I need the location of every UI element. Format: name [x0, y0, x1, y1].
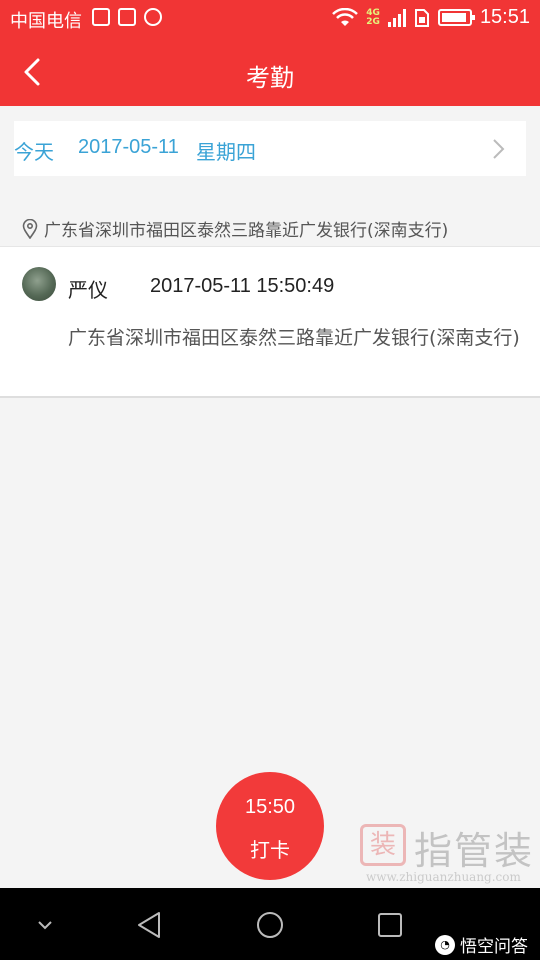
navigation-bar: ◔ 悟空问答 — [0, 888, 540, 960]
network-type: 4G 2G — [366, 8, 380, 27]
location-pin-icon — [22, 218, 38, 239]
clock: 15:51 — [479, 6, 530, 28]
watermark-text: 指管装 — [414, 829, 535, 873]
network-2g-label: 2G — [366, 16, 380, 27]
record-name: 严仪 — [68, 278, 108, 302]
record-timestamp: 2017-05-11 15:50:49 — [150, 275, 335, 297]
attendance-record[interactable]: 严仪 2017-05-11 15:50:49 广东省深圳市福田区泰然三路靠近广发… — [0, 246, 540, 398]
current-location: 广东省深圳市福田区泰然三路靠近广发银行(深南支行) — [22, 216, 448, 241]
date-selector[interactable]: 今天 2017-05-11 星期四 — [14, 121, 526, 176]
record-address: 广东省深圳市福田区泰然三路靠近广发银行(深南支行) — [68, 327, 520, 349]
app-bar: 考勤 — [0, 38, 540, 106]
carrier-label: 中国电信 — [10, 11, 82, 32]
recents-square-icon[interactable] — [373, 908, 407, 942]
status-right: 4G 2G 15:51 — [332, 6, 530, 29]
watermark-url: www.zhiguanzhuang.com — [366, 870, 521, 884]
punch-time: 15:50 — [244, 796, 296, 818]
source-credit-text: 悟空问答 — [460, 937, 528, 957]
punch-in-button[interactable]: 15:50 打卡 — [216, 772, 324, 880]
today-label: 今天 — [14, 140, 54, 164]
page-title: 考勤 — [246, 64, 294, 92]
chevron-down-icon[interactable] — [28, 908, 62, 942]
punch-label: 打卡 — [250, 838, 290, 862]
notification-icons — [92, 8, 162, 26]
home-circle-icon[interactable] — [253, 908, 287, 942]
watermark-logo: 装 — [360, 824, 406, 866]
emoji-icon — [144, 8, 162, 26]
sim-icon — [414, 8, 429, 27]
avatar — [22, 267, 56, 301]
location-text: 广东省深圳市福田区泰然三路靠近广发银行(深南支行) — [44, 221, 449, 241]
date-value: 2017-05-11 — [78, 136, 179, 158]
wifi-icon — [332, 7, 359, 26]
signal-icon — [387, 8, 406, 27]
battery-icon — [437, 9, 475, 26]
source-logo-icon: ◔ — [435, 934, 455, 955]
weekday-label: 星期四 — [196, 140, 256, 164]
image-icon — [118, 8, 136, 26]
back-triangle-icon[interactable] — [133, 908, 167, 942]
chevron-right-icon — [493, 139, 505, 159]
source-credit: ◔ 悟空问答 — [435, 932, 528, 957]
status-bar: 中国电信 4G 2G 15:51 — [0, 0, 540, 38]
warning-icon — [92, 8, 110, 26]
